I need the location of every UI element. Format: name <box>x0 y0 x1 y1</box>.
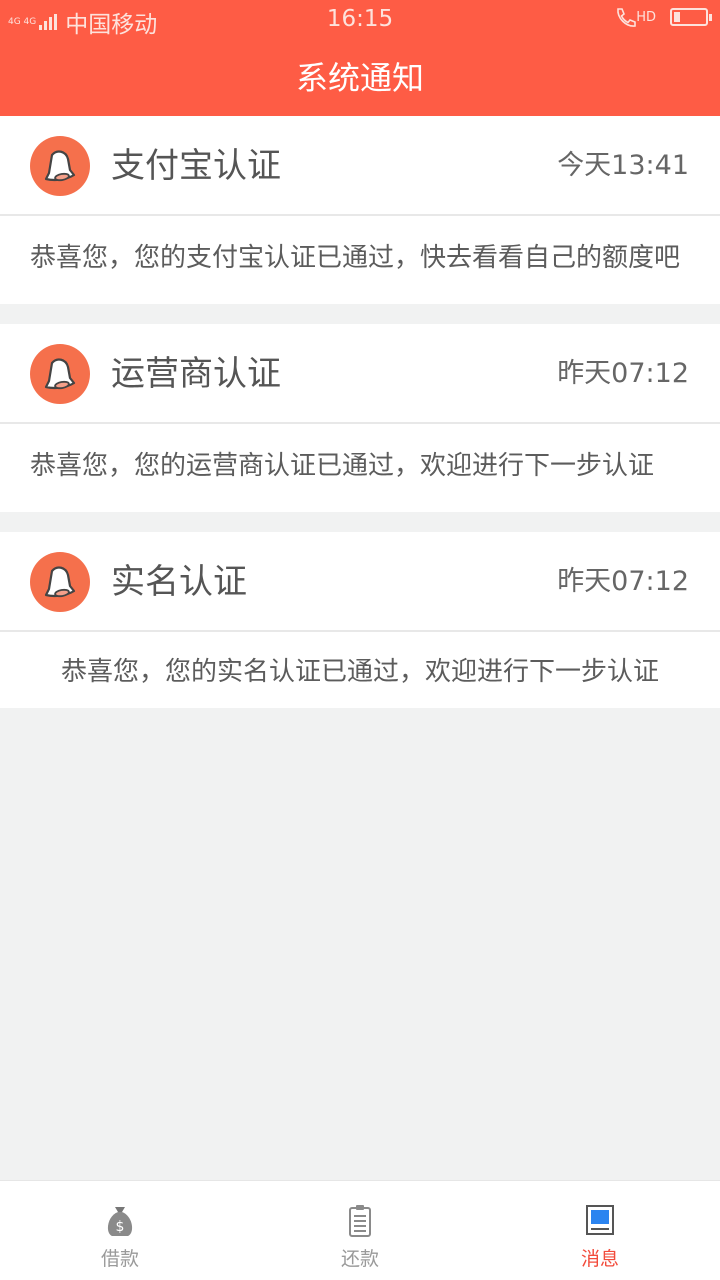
bell-icon <box>30 344 90 404</box>
message-icon <box>586 1205 614 1235</box>
status-right: HD <box>614 6 712 28</box>
bell-icon <box>30 552 90 612</box>
battery-icon <box>670 8 712 26</box>
svg-text:$: $ <box>116 1219 125 1235</box>
tab-borrow[interactable]: $ 借款 <box>0 1181 240 1280</box>
notification-card[interactable]: 运营商认证 昨天07:12 恭喜您，您的运营商认证已通过，欢迎进行下一步认证 <box>0 324 720 512</box>
tab-label: 借款 <box>100 1248 139 1270</box>
notification-list: 支付宝认证 今天13:41 恭喜您，您的支付宝认证已通过，快去看看自己的额度吧 … <box>0 116 720 728</box>
clipboard-icon <box>349 1205 371 1237</box>
notification-header: 实名认证 昨天07:12 <box>0 532 720 632</box>
tab-messages[interactable]: 消息 <box>480 1181 720 1280</box>
notification-card[interactable]: 实名认证 昨天07:12 恭喜您，您的实名认证已通过，欢迎进行下一步认证 <box>0 532 720 708</box>
notification-message: 恭喜您，您的实名认证已通过，欢迎进行下一步认证 <box>60 657 659 687</box>
notification-message: 恭喜您，您的运营商认证已通过，欢迎进行下一步认证 <box>30 451 655 481</box>
notification-title: 运营商认证 <box>111 354 281 394</box>
tab-repay[interactable]: 还款 <box>240 1181 480 1280</box>
notification-header: 支付宝认证 今天13:41 <box>0 116 720 216</box>
money-bag-icon: $ <box>107 1207 133 1236</box>
notification-title: 实名认证 <box>111 562 247 602</box>
tab-label: 还款 <box>340 1248 379 1270</box>
notification-time: 昨天07:12 <box>557 358 689 389</box>
page-title: 系统通知 <box>0 40 720 116</box>
notification-title: 支付宝认证 <box>111 146 281 186</box>
clock: 16:15 <box>326 6 394 32</box>
notification-card[interactable]: 支付宝认证 今天13:41 恭喜您，您的支付宝认证已通过，快去看看自己的额度吧 <box>0 116 720 304</box>
notification-time: 昨天07:12 <box>557 566 689 597</box>
hd-indicator: HD <box>636 9 656 25</box>
phone-icon <box>617 8 637 27</box>
notification-time: 今天13:41 <box>557 150 689 181</box>
notification-header: 运营商认证 昨天07:12 <box>0 324 720 424</box>
tab-bar: $ 借款 还款 消息 <box>0 1180 720 1280</box>
tab-label: 消息 <box>580 1248 619 1270</box>
bell-icon <box>30 136 90 196</box>
status-bar: 4G 4G 中国移动 16:15 HD <box>0 0 720 40</box>
notification-message: 恭喜您，您的支付宝认证已通过，快去看看自己的额度吧 <box>30 243 681 273</box>
